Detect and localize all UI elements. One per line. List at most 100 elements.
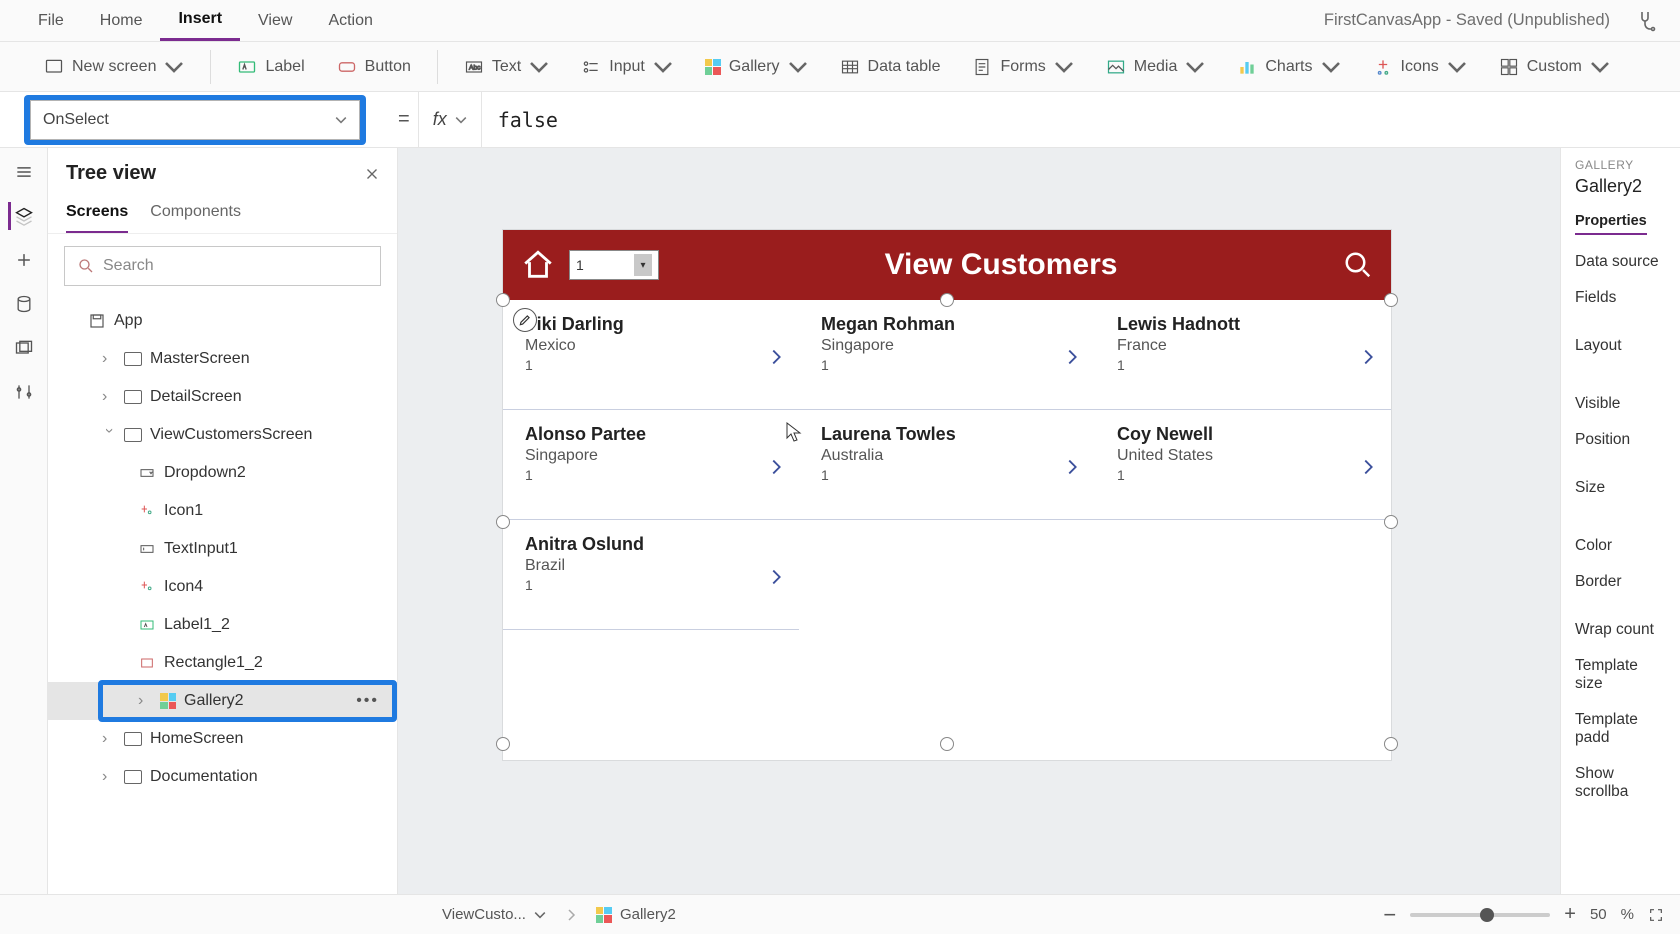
icons-dropdown[interactable]: Icons [1359,45,1481,89]
gallery2-control[interactable]: Viki DarlingMexico1 Megan RohmanSingapor… [503,300,1391,740]
more-options-icon[interactable]: ••• [356,692,379,710]
text-dropdown[interactable]: Abc Text [450,45,563,89]
equals-sign: = [390,108,418,131]
cursor-icon [786,422,802,442]
tree-node-app[interactable]: App [48,302,397,340]
menu-home[interactable]: Home [82,1,161,41]
prop-row[interactable]: Template size [1575,639,1666,693]
tree-node-control[interactable]: TextInput1 [48,530,397,568]
canvas-area[interactable]: 1 ▾ View Customers Viki DarlingMexico1 M… [398,148,1560,894]
property-selector-highlight: OnSelect [24,95,366,145]
gallery-icon [596,907,612,923]
gallery-item[interactable]: Laurena TowlesAustralia1 [799,410,1095,520]
zoom-in-button[interactable]: + [1564,903,1576,926]
rail-tree-view-icon[interactable] [8,202,36,230]
charts-dropdown[interactable]: Charts [1223,45,1354,89]
tree-node-screen[interactable]: ›HomeScreen [48,720,397,758]
prop-row[interactable]: Position [1575,413,1666,449]
zoom-pct: % [1621,906,1634,923]
app-checker-icon[interactable] [1630,6,1660,36]
data-table-button[interactable]: Data table [826,45,955,89]
edit-template-icon[interactable] [513,308,537,332]
rectangle-icon [138,655,156,671]
property-selector[interactable]: OnSelect [30,100,360,140]
tree-node-screen[interactable]: ›Documentation [48,758,397,796]
customer-rank: 1 [821,467,1053,483]
gallery-item[interactable]: Megan RohmanSingapore1 [799,300,1095,410]
fx-button[interactable]: fx [418,92,482,147]
tab-properties[interactable]: Properties [1575,209,1647,235]
breadcrumb-control[interactable]: Gallery2 [586,906,686,923]
gallery-item[interactable]: Coy NewellUnited States1 [1095,410,1391,520]
search-icon[interactable] [1343,250,1373,280]
rail-data-icon[interactable] [10,290,38,318]
forms-dropdown[interactable]: Forms [958,45,1087,89]
header-dropdown[interactable]: 1 ▾ [569,250,659,280]
prop-row[interactable]: Color [1575,497,1666,555]
label-button[interactable]: Label [223,45,318,89]
tree-node-gallery2-selected[interactable]: › Gallery2 ••• [48,682,397,720]
screen-icon [124,770,142,784]
input-dropdown[interactable]: Input [567,45,687,89]
menu-view[interactable]: View [240,1,310,41]
formula-input[interactable]: false [482,92,1680,147]
tree-search-input[interactable]: Search [64,246,381,286]
gallery-item[interactable]: Alonso ParteeSingapore1 [503,410,799,520]
chevron-right-icon[interactable] [765,456,787,478]
prop-row[interactable]: Show scrollba [1575,747,1666,801]
chevron-right-icon[interactable] [1357,456,1379,478]
gallery-item[interactable]: Anitra OslundBrazil1 [503,520,799,630]
prop-row[interactable]: Template padd [1575,693,1666,747]
rail-hamburger-icon[interactable] [10,158,38,186]
zoom-slider[interactable] [1410,913,1550,917]
tree-node-screen[interactable]: ›DetailScreen [48,378,397,416]
customer-rank: 1 [1117,467,1349,483]
rail-insert-icon[interactable] [10,246,38,274]
zoom-out-button[interactable]: − [1383,902,1396,928]
button-button[interactable]: Button [323,45,425,89]
chevron-right-icon[interactable] [1061,456,1083,478]
prop-row[interactable]: Data source [1575,235,1666,271]
breadcrumb-screen[interactable]: ViewCusto... [424,906,556,923]
new-screen-button[interactable]: New screen [30,45,198,89]
close-icon[interactable] [363,165,381,183]
rail-advanced-icon[interactable] [10,378,38,406]
home-icon[interactable] [521,248,555,282]
document-title: FirstCanvasApp - Saved (Unpublished) [1324,11,1630,30]
media-dropdown[interactable]: Media [1092,45,1220,89]
custom-dropdown[interactable]: Custom [1485,45,1624,89]
customer-country: Brazil [525,557,757,575]
fit-to-screen-icon[interactable] [1648,907,1664,923]
prop-row[interactable]: Size [1575,449,1666,497]
dropdown-icon [138,465,156,481]
tree-node-control[interactable]: Label1_2 [48,606,397,644]
gallery-item[interactable]: Viki DarlingMexico1 [503,300,799,410]
chevron-right-icon[interactable] [1357,346,1379,368]
menu-insert[interactable]: Insert [160,1,240,41]
chevron-right-icon[interactable] [765,346,787,368]
tree-node-screen[interactable]: ›MasterScreen [48,340,397,378]
menu-action[interactable]: Action [310,1,390,41]
prop-row[interactable]: Wrap count [1575,591,1666,639]
chevron-right-icon [566,908,576,922]
page-title: View Customers [673,248,1329,282]
prop-row[interactable]: Layout [1575,307,1666,355]
menu-file[interactable]: File [20,1,82,41]
chevron-right-icon[interactable] [765,566,787,588]
tab-components[interactable]: Components [150,193,241,233]
tree-node-control[interactable]: Icon1 [48,492,397,530]
tab-screens[interactable]: Screens [66,193,128,233]
rail-media-icon[interactable] [10,334,38,362]
prop-row[interactable]: Visible [1575,355,1666,413]
customer-rank: 1 [525,467,757,483]
screen-icon [124,352,142,366]
chevron-right-icon[interactable] [1061,346,1083,368]
tree-node-screen-expanded[interactable]: ›ViewCustomersScreen [48,416,397,454]
gallery-item[interactable]: Lewis HadnottFrance1 [1095,300,1391,410]
prop-row[interactable]: Fields [1575,271,1666,307]
tree-node-control[interactable]: Rectangle1_2 [48,644,397,682]
gallery-dropdown[interactable]: Gallery [691,45,822,89]
prop-row[interactable]: Border [1575,555,1666,591]
tree-node-control[interactable]: Dropdown2 [48,454,397,492]
tree-node-control[interactable]: Icon4 [48,568,397,606]
